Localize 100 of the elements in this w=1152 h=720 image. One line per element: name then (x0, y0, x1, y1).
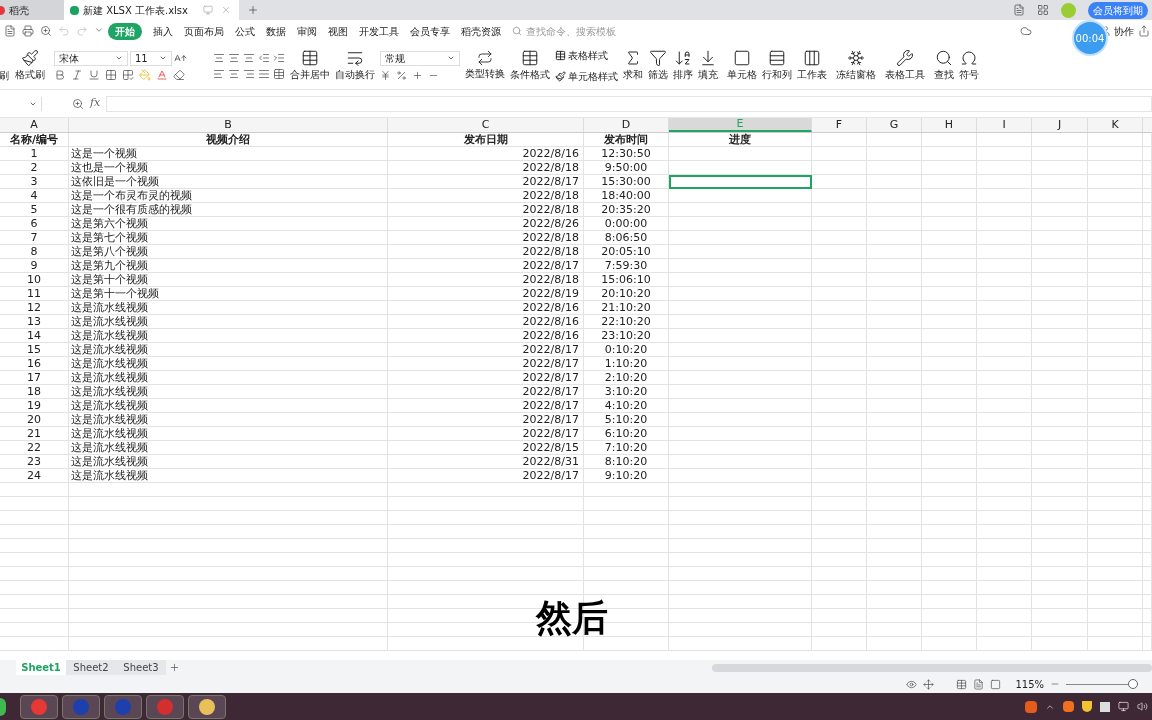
collab-button[interactable]: 协作 (1114, 23, 1134, 39)
column-header[interactable]: A (0, 118, 69, 132)
ribbon-button[interactable]: 单元格 (727, 49, 757, 82)
zoom-level[interactable]: 115% (1015, 676, 1044, 692)
table-cell: 这是流水线视频 (71, 469, 148, 482)
table-cell: 2022/8/31 (522, 455, 579, 468)
export-icon (4, 25, 16, 37)
align-top-icon (213, 51, 225, 64)
column-header[interactable]: C (388, 118, 584, 132)
table-cell: 2022/8/18 (522, 203, 579, 216)
freeze-icon (847, 49, 865, 67)
paintbrush-icon (555, 70, 566, 82)
conditional-format-button[interactable]: 条件格式 (510, 49, 550, 82)
column-header[interactable]: I (977, 118, 1032, 132)
preview-icon (40, 25, 52, 37)
column-header[interactable]: G (867, 118, 922, 132)
table-cell: 1:10:20 (604, 357, 648, 370)
merge-button[interactable]: 合并居中 (290, 49, 330, 82)
table-cell: 12 (27, 301, 41, 314)
menu-tab[interactable]: 稻壳资源 (461, 23, 501, 39)
table-cell: 这是流水线视频 (71, 371, 148, 384)
menu-tab[interactable]: 审阅 (297, 23, 317, 39)
app-icon[interactable] (0, 697, 6, 716)
ribbon-button[interactable]: 表格工具 (885, 49, 925, 82)
flag-icon[interactable] (1100, 701, 1110, 712)
menu-tab[interactable]: 视图 (328, 23, 348, 39)
zoom-slider-thumb[interactable] (1127, 678, 1138, 689)
menu-tab[interactable]: 开发工具 (359, 23, 399, 39)
sheet-tab[interactable]: Sheet3 (116, 660, 166, 675)
fill-color-icon (139, 68, 151, 81)
sheet-tab[interactable]: Sheet2 (66, 660, 116, 675)
input-method-icon[interactable] (1025, 700, 1037, 713)
tray-app-icon[interactable] (1063, 701, 1074, 712)
formula-input[interactable] (106, 95, 1152, 112)
table-cell: 这是流水线视频 (71, 427, 148, 440)
ribbon-button[interactable]: 行和列 (762, 49, 792, 82)
horizontal-scrollbar[interactable] (712, 663, 1152, 672)
taskbar-app-icon[interactable] (188, 694, 226, 719)
table-cell: 这依旧是一个视频 (71, 175, 159, 188)
menu-tab[interactable]: 插入 (153, 23, 173, 39)
column-header[interactable]: J (1032, 118, 1088, 132)
table-cell: 1 (30, 147, 38, 160)
cloud-icon (1020, 25, 1032, 37)
member-badge[interactable]: 会员将到期 (1088, 1, 1148, 19)
table-cell: 20:35:20 (601, 203, 651, 216)
table-cell: 2022/8/15 (522, 441, 579, 454)
table-cell: 6:10:20 (604, 427, 648, 440)
format-painter-button[interactable]: 格式刷 (15, 49, 45, 82)
ribbon-button[interactable]: 求和 (623, 49, 643, 82)
table-cell: 16 (27, 357, 41, 370)
header-cell: 名称/编号 (10, 133, 58, 146)
zoom-icon (72, 97, 84, 110)
ribbon-button[interactable]: 冻结窗格 (836, 49, 876, 82)
window-tab[interactable]: 新建 XLSX 工作表.xlsx (64, 0, 239, 20)
column-header[interactable]: H (922, 118, 977, 132)
number-format-select[interactable]: 常规 (380, 50, 460, 66)
table-cell: 这是一个很有质感的视频 (71, 203, 192, 216)
table-cell: 2022/8/17 (522, 427, 579, 440)
ribbon-button[interactable]: 排序 (673, 49, 693, 82)
wrap-button[interactable]: 自动换行 (335, 49, 375, 82)
ribbon-button[interactable]: 符号 (959, 49, 979, 82)
rows-icon (768, 49, 786, 67)
ribbon-button[interactable]: 工作表 (797, 49, 827, 82)
font-size-select[interactable]: 11 (130, 50, 172, 66)
eraser-icon (173, 68, 185, 81)
column-header[interactable]: B (69, 118, 388, 132)
table-cell: 2 (30, 161, 38, 174)
table-cell: 20:05:10 (601, 245, 651, 258)
cut-label[interactable]: 刷 (0, 68, 9, 83)
convert-button[interactable]: 类型转换 (465, 50, 505, 81)
menu-tab[interactable]: 公式 (235, 23, 255, 39)
table-cell: 这是流水线视频 (71, 441, 148, 454)
cell-icon (733, 49, 751, 67)
ribbon-button[interactable]: 查找 (934, 49, 954, 82)
table-cell: 9 (30, 259, 38, 272)
font-select[interactable]: 宋体 (54, 50, 128, 66)
table-cell: 8:10:20 (604, 455, 648, 468)
menu-tab[interactable]: 页面布局 (184, 23, 224, 39)
underline-icon (88, 68, 100, 81)
shield-icon[interactable] (1082, 701, 1092, 712)
column-header[interactable]: F (812, 118, 867, 132)
table-cell: 2022/8/17 (522, 469, 579, 482)
table-style-button[interactable]: 表格样式 (555, 47, 618, 63)
new-tab-icon (247, 4, 259, 16)
ribbon-button[interactable]: 筛选 (648, 49, 668, 82)
subtitle-text: 然后 (536, 600, 608, 636)
ribbon-button[interactable]: 填充 (698, 49, 718, 82)
menu-tab[interactable]: 会员专享 (410, 23, 450, 39)
window-tab[interactable]: 稻壳 (0, 0, 64, 20)
table-cell: 3 (30, 175, 38, 188)
cell-style-button[interactable]: 单元格样式 (555, 68, 618, 84)
table-cell: 8:06:50 (604, 231, 648, 244)
page-view-icon (973, 678, 985, 690)
avatar (1061, 2, 1076, 18)
table-cell: 2022/8/17 (522, 385, 579, 398)
menu-tab[interactable]: 数据 (266, 23, 286, 39)
convert-icon (477, 50, 493, 66)
progress-cell[interactable] (669, 175, 812, 189)
column-header[interactable]: K (1088, 118, 1143, 132)
timer-badge: 00:04 (1072, 20, 1108, 56)
